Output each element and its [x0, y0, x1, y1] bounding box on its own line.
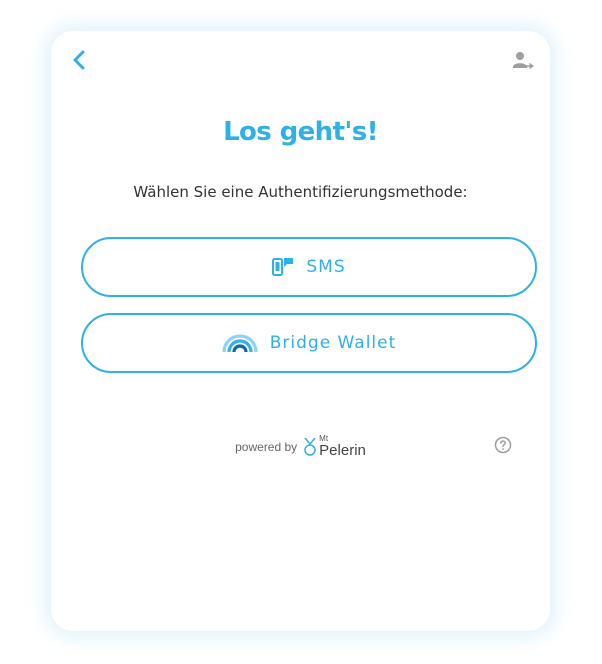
sms-auth-label: SMS — [306, 257, 346, 277]
page-subtitle: Wählen Sie eine Authentifizierungsmethod… — [133, 183, 468, 201]
sms-auth-button[interactable]: SMS — [81, 237, 537, 297]
bridge-wallet-auth-label: Bridge Wallet — [269, 333, 397, 353]
chevron-left-icon[interactable] — [68, 48, 92, 72]
page-title: Los geht's! — [223, 117, 378, 147]
question-circle-icon[interactable] — [494, 436, 512, 454]
mt-pelerin-logo[interactable]: Mt Pelerin — [303, 435, 366, 458]
brand-name: Pelerin — [319, 442, 366, 459]
bridge-wallet-icon — [222, 334, 258, 353]
phone-message-icon — [272, 258, 294, 276]
bridge-wallet-auth-button[interactable]: Bridge Wallet — [81, 313, 537, 373]
powered-by: powered by Mt Pelerin — [51, 435, 550, 459]
powered-by-label: powered by — [235, 439, 298, 454]
auth-card: Los geht's! Wählen Sie eine Authentifizi… — [51, 31, 550, 631]
person-login-icon[interactable] — [512, 50, 534, 72]
mt-pelerin-mark-icon — [304, 437, 316, 456]
